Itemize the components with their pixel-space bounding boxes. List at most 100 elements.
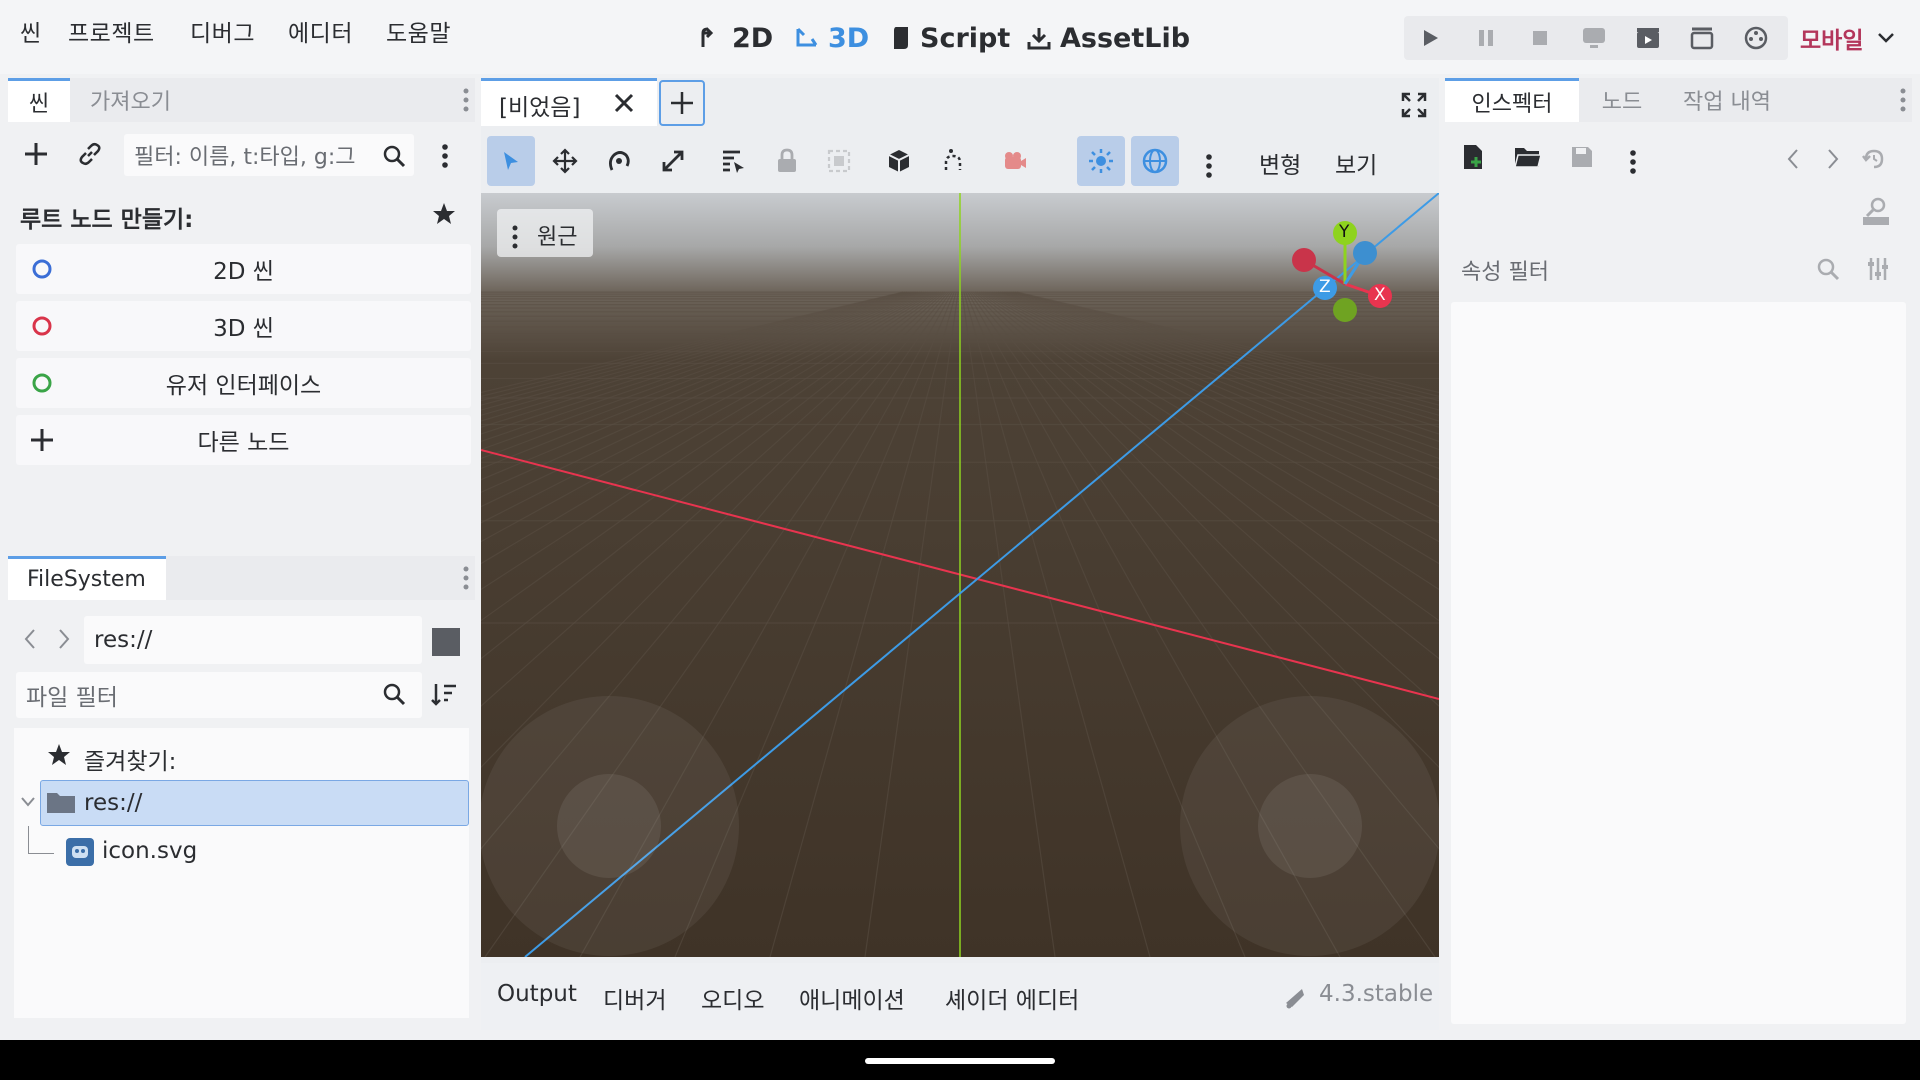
home-gesture-bar[interactable] [865,1058,1055,1064]
menu-scene[interactable]: 씬 [20,14,42,48]
tab-animation[interactable]: 애니메이션 [799,981,905,1015]
pause-icon [1475,27,1497,49]
lock-icon [776,148,798,174]
workspace-assetlib-button[interactable]: AssetLib [1026,18,1190,58]
2d-icon [698,25,724,51]
history-icon[interactable] [1859,144,1889,174]
new-resource-icon[interactable] [1459,142,1489,172]
movie-maker-button[interactable] [1734,16,1778,60]
tree-connector [28,826,54,854]
instance-scene-button[interactable] [72,134,108,174]
favorite-star-icon[interactable] [430,200,458,228]
2d-scene-button[interactable]: 2D 씬 [16,244,471,294]
chevron-down-icon[interactable] [20,794,36,810]
add-scene-tab-button[interactable] [659,80,705,126]
stop-button[interactable] [1518,16,1562,60]
tab-history[interactable]: 작업 내역 [1665,78,1789,122]
menu-editor[interactable]: 에디터 [288,14,353,48]
tab-filesystem[interactable]: FileSystem [8,556,166,600]
preview-environment-button[interactable] [1131,136,1179,186]
property-filter-input[interactable]: 속성 필터 [1461,254,1549,286]
scene-options-icon[interactable] [435,136,455,176]
tab-inspector[interactable]: 인스펙터 [1445,78,1579,122]
resource-options-icon[interactable] [1623,142,1643,182]
filesystem-menu-icon[interactable] [456,558,476,598]
sun-icon [1088,148,1114,174]
distraction-free-icon[interactable] [1399,90,1429,120]
3d-scene-button[interactable]: 3D 씬 [16,301,471,351]
film-reel-icon [1743,25,1769,51]
menu-help[interactable]: 도움말 [386,14,451,48]
close-icon[interactable] [609,88,639,118]
icon-svg-file[interactable]: icon.svg [102,838,197,864]
stop-icon [1529,27,1551,49]
menu-debug[interactable]: 디버그 [190,14,255,48]
file-filter-input[interactable]: 파일 필터 [16,672,422,718]
remote-debug-button[interactable] [1572,16,1616,60]
tab-shader-editor[interactable]: 셰이더 에디터 [945,981,1079,1015]
3d-viewport[interactable]: 원근 Y X Z [481,193,1439,957]
renderer-select[interactable]: 모바일 [1800,18,1895,58]
tab-node[interactable]: 노드 [1579,78,1665,122]
preview-camera-button[interactable] [989,136,1037,186]
scene-dock-menu-icon[interactable] [456,80,476,120]
inspector-content [1451,302,1906,1024]
chevron-right-icon[interactable] [54,624,74,654]
play-icon [1419,27,1441,49]
pause-button[interactable] [1464,16,1508,60]
move-tool-button[interactable] [541,136,589,186]
scene-filter-input[interactable]: 필터: 이름, t:타입, g:그 [124,134,414,176]
tab-output[interactable]: Output [497,981,577,1007]
scale-tool-button[interactable] [649,136,697,186]
workspace-2d-button[interactable]: 2D [698,18,773,58]
transform-menu[interactable]: 변형 [1259,146,1301,180]
tab-import[interactable]: 가져오기 [70,78,189,122]
other-node-button[interactable]: 다른 노드 [16,415,471,465]
list-select-button[interactable] [709,136,757,186]
plus-icon [669,90,695,116]
save-icon[interactable] [1567,142,1597,172]
gizmo-z-label: Z [1319,277,1331,297]
add-node-button[interactable] [18,134,54,174]
play-scene-button[interactable] [1626,16,1670,60]
workspace-3d-button[interactable]: 3D [794,18,869,58]
godot-icon [66,838,94,866]
perspective-label: 원근 [537,225,578,250]
search-icon [380,680,408,708]
monitor-play-icon [1581,26,1607,50]
group-button[interactable] [815,136,863,186]
chevron-left-icon[interactable] [20,624,40,654]
rotate-tool-button[interactable] [595,136,643,186]
tab-audio[interactable]: 오디오 [701,981,764,1015]
environment-options-icon[interactable] [1199,146,1219,186]
rotate-icon [606,148,632,174]
snap-button[interactable] [929,136,977,186]
tab-scene[interactable]: 씬 [8,78,70,122]
lock-button[interactable] [763,136,811,186]
perspective-menu-icon [505,217,525,257]
play-button[interactable] [1408,16,1452,60]
user-interface-button[interactable]: 유저 인터페이스 [16,358,471,408]
preview-sun-button[interactable] [1077,136,1125,186]
menu-project[interactable]: 프로젝트 [68,14,155,48]
play-custom-scene-button[interactable] [1680,16,1724,60]
doc-search-icon[interactable] [1859,194,1893,228]
history-forward-icon[interactable] [1821,144,1845,174]
filter-options-icon[interactable] [1863,254,1893,284]
inspector-dock-menu-icon[interactable] [1893,80,1913,120]
view-menu[interactable]: 보기 [1335,146,1377,180]
local-space-button[interactable] [875,136,923,186]
select-tool-button[interactable] [487,136,535,186]
notification-bell-icon[interactable] [1279,983,1309,1011]
search-icon [1813,254,1843,284]
workspace-script-button[interactable]: Script [890,18,1010,58]
filesystem-tabs: FileSystem [8,556,475,600]
group-icon [826,148,852,174]
open-folder-icon[interactable] [1513,142,1543,172]
sort-icon[interactable] [428,680,460,710]
path-field[interactable]: res:// [84,616,422,664]
history-back-icon[interactable] [1781,144,1805,174]
toggle-split-icon[interactable] [432,628,460,656]
tab-debugger[interactable]: 디버거 [603,981,666,1015]
orientation-gizmo[interactable]: Y X Z [1281,211,1411,331]
